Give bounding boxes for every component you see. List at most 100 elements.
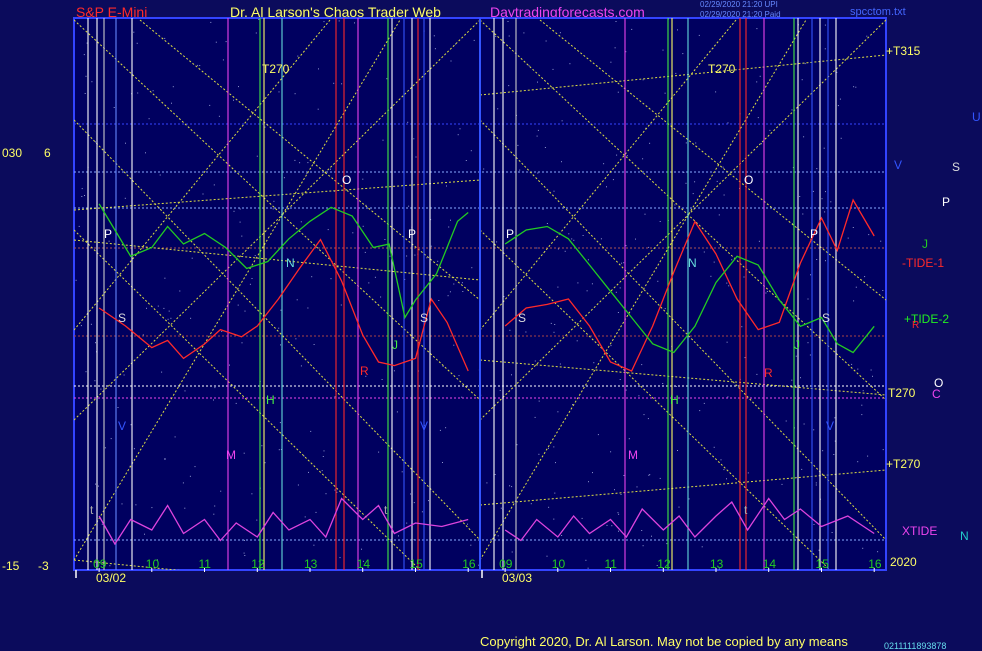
star <box>75 279 77 281</box>
star <box>743 276 745 278</box>
star <box>295 338 297 340</box>
star <box>272 208 274 210</box>
star <box>855 86 857 88</box>
star <box>294 159 296 161</box>
star <box>426 257 428 259</box>
star <box>553 446 555 448</box>
star <box>614 489 615 491</box>
star <box>133 448 135 450</box>
star <box>453 344 455 346</box>
star <box>145 152 146 154</box>
star <box>321 470 323 472</box>
star <box>199 65 201 66</box>
star <box>98 485 99 487</box>
star <box>307 307 309 309</box>
star <box>816 259 818 260</box>
star <box>330 168 331 170</box>
star <box>327 229 329 231</box>
star <box>703 251 705 253</box>
star <box>465 160 467 161</box>
star <box>713 261 715 263</box>
star <box>606 524 608 526</box>
star <box>546 555 548 557</box>
star <box>561 120 563 122</box>
star <box>868 234 870 236</box>
star <box>561 535 563 536</box>
star <box>323 450 325 452</box>
star <box>546 223 548 224</box>
date-label: 03/02 <box>96 571 126 585</box>
star <box>84 195 85 196</box>
star <box>280 309 282 311</box>
chart-marker-label: H <box>266 393 275 407</box>
label-t270b: +T270 <box>886 457 921 471</box>
star <box>864 276 866 278</box>
star <box>81 196 83 197</box>
star <box>330 278 332 280</box>
star <box>164 37 166 39</box>
star <box>146 307 147 309</box>
star <box>306 172 308 174</box>
star <box>573 239 575 241</box>
star <box>642 158 644 160</box>
star <box>801 79 803 81</box>
star <box>877 551 879 553</box>
label-n: N <box>960 529 969 543</box>
star <box>283 177 285 179</box>
star <box>657 280 659 282</box>
star <box>824 48 826 50</box>
star <box>95 141 96 143</box>
star <box>161 371 163 373</box>
chart-marker-label: J <box>794 338 800 352</box>
star <box>756 28 758 30</box>
star <box>202 193 204 195</box>
star <box>625 245 627 247</box>
star <box>179 290 181 292</box>
chart-marker-label: S <box>822 311 830 325</box>
star <box>611 525 613 527</box>
star <box>401 471 403 473</box>
label-r: R <box>912 320 920 331</box>
star <box>446 185 447 187</box>
star <box>362 225 364 227</box>
star <box>94 380 96 382</box>
star <box>467 523 468 525</box>
star <box>497 108 499 110</box>
star <box>495 35 497 37</box>
star <box>867 455 869 457</box>
label-xtide: XTIDE <box>902 524 938 538</box>
star <box>251 278 253 279</box>
star <box>142 334 144 336</box>
star <box>631 28 633 30</box>
chart-marker-label: R <box>764 366 773 380</box>
star <box>398 535 399 537</box>
label-c: C <box>932 387 941 401</box>
star <box>720 459 722 461</box>
star <box>610 345 612 347</box>
star <box>586 290 588 292</box>
star <box>523 32 525 34</box>
star <box>163 307 165 309</box>
star <box>610 61 612 63</box>
star <box>759 75 761 77</box>
star <box>251 493 253 495</box>
star <box>882 290 884 291</box>
star <box>555 462 556 464</box>
chart-marker-label: V <box>420 419 428 433</box>
star <box>170 317 172 319</box>
star <box>95 483 96 485</box>
star <box>830 201 832 203</box>
star <box>497 535 499 537</box>
star <box>381 379 383 380</box>
star <box>354 22 355 24</box>
star <box>439 429 441 431</box>
x-tick-label: 15 <box>410 557 424 571</box>
star <box>626 155 628 157</box>
star <box>617 91 619 93</box>
star <box>765 292 767 294</box>
star <box>104 447 106 449</box>
star <box>159 174 161 176</box>
star <box>470 150 472 152</box>
star <box>507 21 509 22</box>
chart-marker-label: P <box>506 227 514 241</box>
